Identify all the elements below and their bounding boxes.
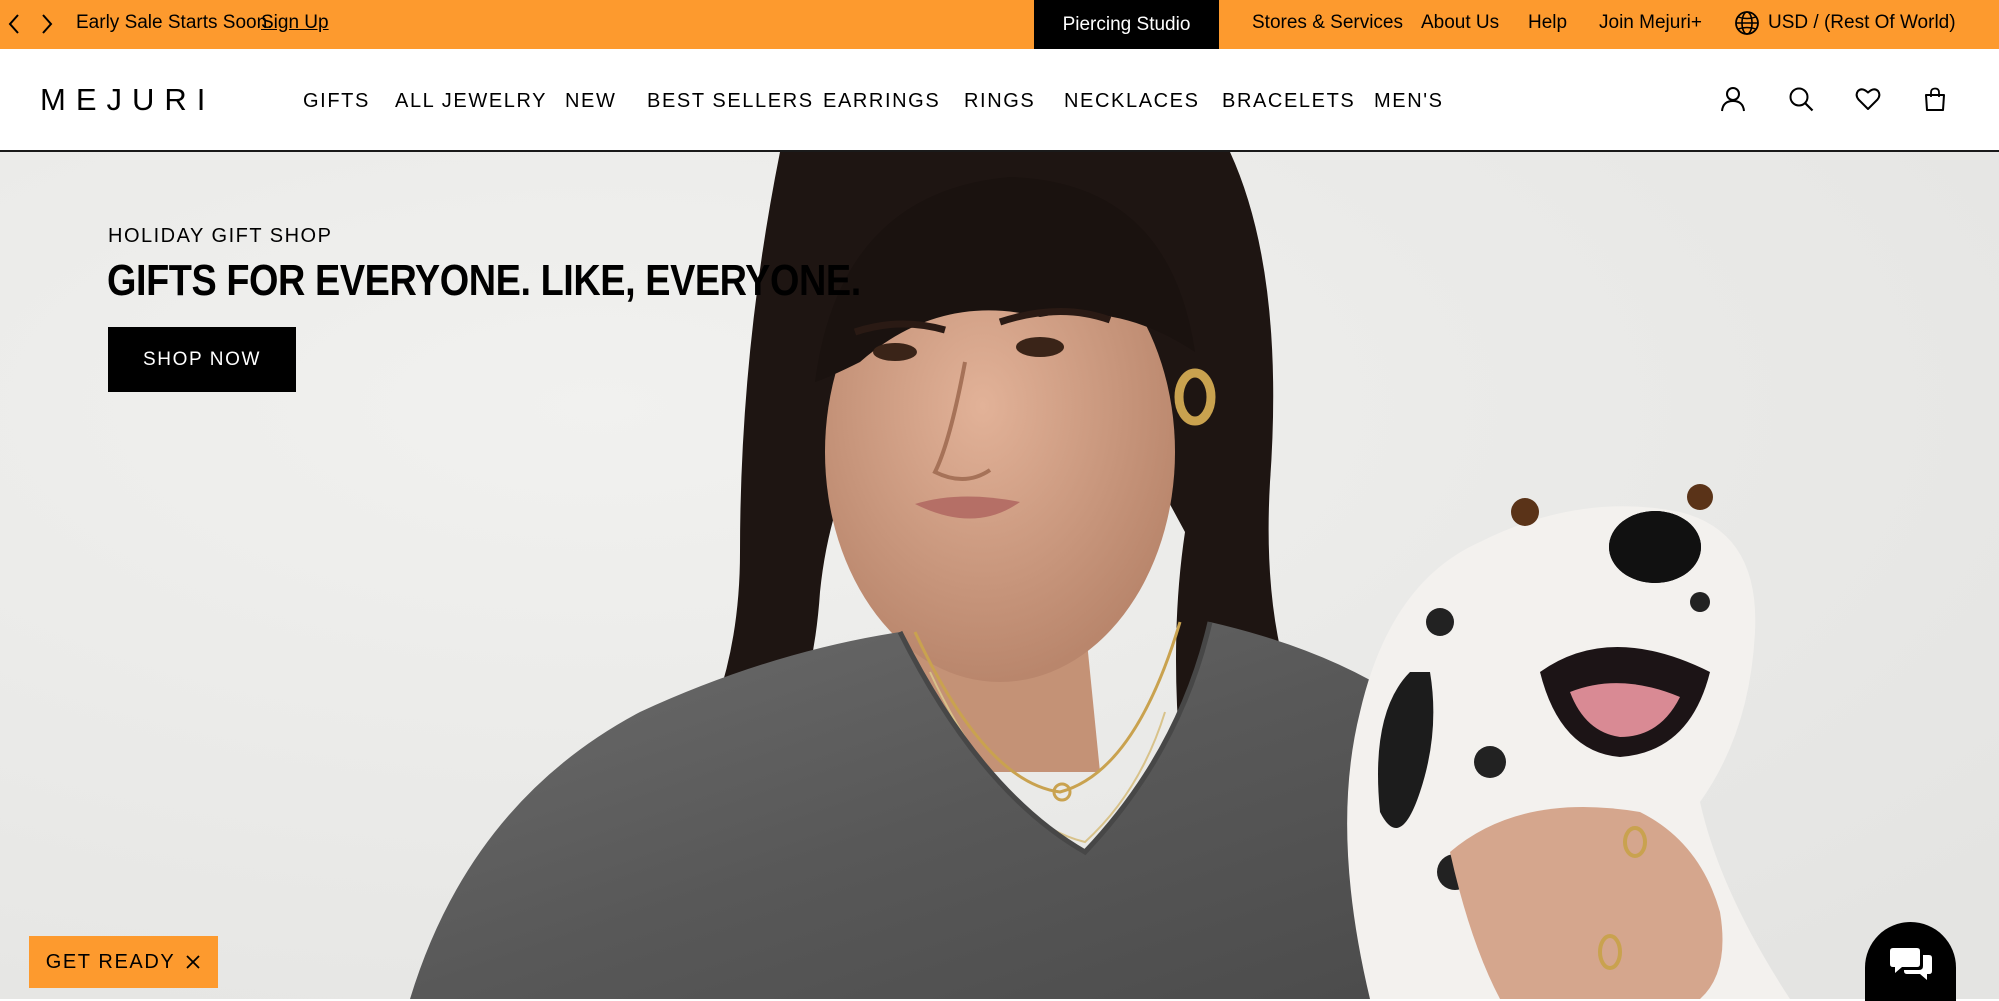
close-icon[interactable] (185, 954, 201, 970)
nav-best-sellers[interactable]: BEST SELLERS (647, 89, 814, 113)
nav-rings[interactable]: RINGS (964, 89, 1035, 113)
hero-banner[interactable]: HOLIDAY GIFT SHOP GIFTS FOR EVERYONE. LI… (0, 152, 1999, 999)
promo-bar: Early Sale Starts Soon. Sign Up Piercing… (0, 0, 1999, 49)
chevron-right-icon[interactable] (36, 12, 58, 36)
stores-services-link[interactable]: Stores & Services (1252, 11, 1403, 35)
currency-selector[interactable]: USD / (Rest Of World) (1734, 9, 1956, 37)
search-icon[interactable] (1786, 84, 1816, 114)
hero-eyebrow: HOLIDAY GIFT SHOP (108, 225, 333, 247)
mejuri-logo[interactable]: MEJURI (40, 82, 215, 118)
globe-icon (1735, 11, 1759, 35)
piercing-studio-tab[interactable]: Piercing Studio (1034, 0, 1219, 49)
chevron-left-icon[interactable] (3, 12, 25, 36)
nav-gifts[interactable]: GIFTS (303, 89, 370, 113)
nav-earrings[interactable]: EARRINGS (823, 89, 940, 113)
get-ready-button[interactable]: GET READY (29, 936, 218, 988)
hero-title: GIFTS FOR EVERYONE. LIKE, EVERYONE. (107, 256, 861, 305)
about-us-link[interactable]: About Us (1421, 11, 1499, 35)
currency-label: USD / (Rest Of World) (1768, 12, 1956, 33)
account-icon[interactable] (1718, 84, 1748, 114)
nav-bracelets[interactable]: BRACELETS (1222, 89, 1355, 113)
nav-all-jewelry[interactable]: ALL JEWELRY (395, 89, 547, 113)
get-ready-label: GET READY (45, 950, 176, 973)
promo-message: Early Sale Starts Soon. (76, 12, 273, 33)
nav-necklaces[interactable]: NECKLACES (1064, 89, 1200, 113)
join-mejuri-plus-link[interactable]: Join Mejuri+ (1599, 11, 1702, 35)
nav-mens[interactable]: MEN'S (1374, 89, 1444, 113)
chat-bubbles-icon (1889, 948, 1932, 980)
shopping-bag-icon[interactable] (1920, 84, 1950, 114)
help-link[interactable]: Help (1528, 11, 1567, 35)
sign-up-link[interactable]: Sign Up (261, 11, 329, 35)
shop-now-button[interactable]: SHOP NOW (108, 327, 296, 392)
nav-new[interactable]: NEW (565, 89, 616, 113)
wishlist-heart-icon[interactable] (1853, 84, 1883, 114)
main-header: MEJURI GIFTS ALL JEWELRY NEW BEST SELLER… (0, 49, 1999, 152)
